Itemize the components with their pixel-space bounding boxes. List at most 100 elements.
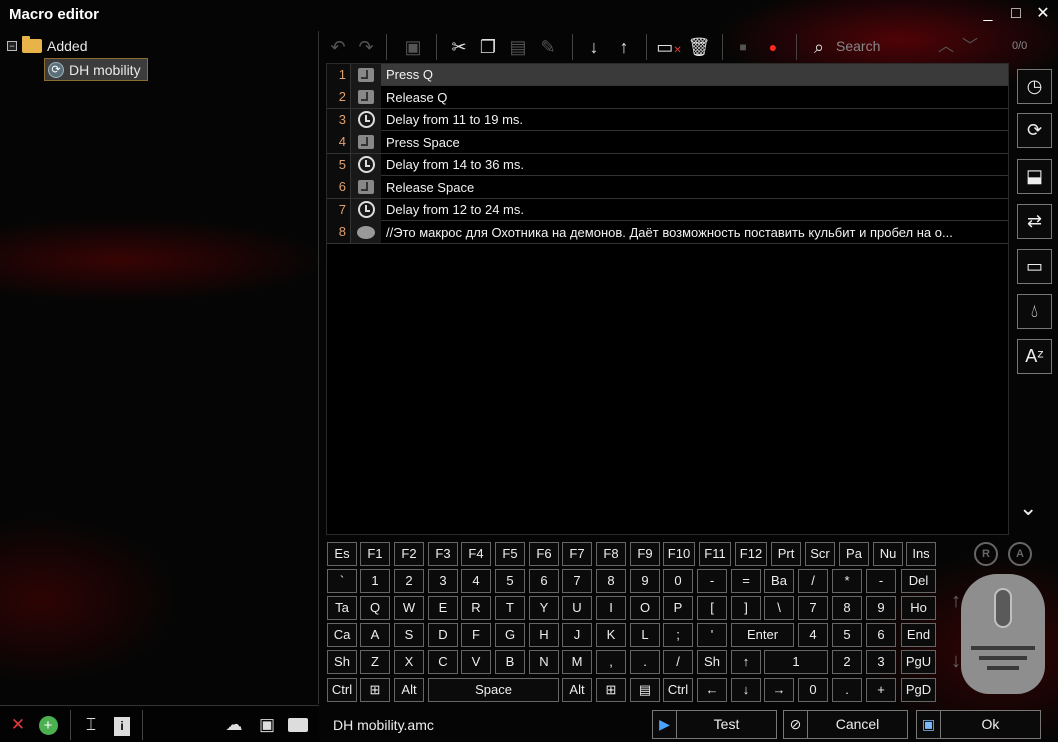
key-end[interactable]: End bbox=[901, 623, 936, 647]
insert-color-button[interactable]: 💧︎ bbox=[1017, 294, 1052, 329]
key-f3[interactable]: F3 bbox=[428, 542, 458, 566]
cut-icon[interactable]: ✂ bbox=[447, 34, 471, 60]
key-x[interactable]: X bbox=[394, 650, 424, 674]
key-numlock[interactable]: Nu bbox=[873, 542, 903, 566]
key-f[interactable]: F bbox=[461, 623, 491, 647]
maximize-button[interactable]: □ bbox=[1006, 4, 1026, 24]
record-icon[interactable]: ● bbox=[762, 34, 784, 60]
key-z[interactable]: Z bbox=[360, 650, 390, 674]
redo-icon[interactable]: ↷ bbox=[354, 34, 378, 60]
rename-icon[interactable]: ⌶ bbox=[80, 714, 102, 736]
key-5[interactable]: 5 bbox=[495, 569, 525, 593]
key-tab[interactable]: Ta bbox=[327, 596, 357, 620]
key-numpad-3[interactable]: 3 bbox=[866, 650, 896, 674]
key-arrow-left[interactable]: ← bbox=[697, 678, 727, 702]
key-numpad-0[interactable]: 0 bbox=[798, 678, 828, 702]
mouse-icon[interactable] bbox=[961, 574, 1045, 694]
copy-icon[interactable]: ❐ bbox=[476, 34, 500, 60]
key-numpad-1[interactable]: 1 bbox=[764, 650, 828, 674]
paste-icon[interactable]: ▤ bbox=[506, 34, 530, 60]
key-left-bracket[interactable]: [ bbox=[697, 596, 727, 620]
add-icon[interactable]: + bbox=[37, 714, 59, 736]
key-enter[interactable]: Enter bbox=[731, 623, 794, 647]
key-backtick[interactable]: ` bbox=[327, 569, 357, 593]
key-home[interactable]: Ho bbox=[901, 596, 936, 620]
key-page-down[interactable]: PgD bbox=[901, 678, 936, 702]
key-c[interactable]: C bbox=[428, 650, 458, 674]
key-3[interactable]: 3 bbox=[428, 569, 458, 593]
mouse-record-r-icon[interactable]: R bbox=[974, 542, 998, 566]
key-esc[interactable]: Es bbox=[327, 542, 357, 566]
key-f11[interactable]: F11 bbox=[699, 542, 731, 566]
stop-record-icon[interactable]: ■ bbox=[732, 34, 754, 60]
key-n[interactable]: N bbox=[529, 650, 559, 674]
key-w[interactable]: W bbox=[394, 596, 424, 620]
scroll-down-icon[interactable]: ↓ bbox=[951, 650, 961, 673]
key-numpad-9[interactable]: 9 bbox=[866, 596, 896, 620]
list-item[interactable]: 5 Delay from 14 to 36 ms. bbox=[327, 153, 1008, 176]
search-icon[interactable]: ⌕ bbox=[806, 34, 832, 60]
key-arrow-up[interactable]: ↑ bbox=[731, 650, 761, 674]
key-q[interactable]: Q bbox=[360, 596, 390, 620]
key-menu[interactable]: ▤ bbox=[630, 678, 660, 702]
key-b[interactable]: B bbox=[495, 650, 525, 674]
info-icon[interactable]: i bbox=[111, 714, 133, 736]
key-0[interactable]: 0 bbox=[663, 569, 693, 593]
key-g[interactable]: G bbox=[495, 623, 525, 647]
key-a[interactable]: A bbox=[360, 623, 390, 647]
list-item[interactable]: 3 Delay from 11 to 19 ms. bbox=[327, 108, 1008, 131]
chevron-down-icon[interactable]: ⌄ bbox=[1019, 495, 1037, 521]
mouse-record-a-icon[interactable]: A bbox=[1008, 542, 1032, 566]
key-t[interactable]: T bbox=[495, 596, 525, 620]
move-down-icon[interactable]: ↓ bbox=[582, 34, 606, 60]
list-item[interactable]: 1 Press Q bbox=[327, 64, 1008, 86]
key-j[interactable]: J bbox=[562, 623, 592, 647]
insert-repeat-button[interactable]: ⇄ bbox=[1017, 204, 1052, 239]
collapse-icon[interactable]: − bbox=[7, 41, 17, 51]
key-f6[interactable]: F6 bbox=[529, 542, 559, 566]
search-next-icon[interactable]: ﹀ bbox=[960, 34, 980, 60]
key-e[interactable]: E bbox=[428, 596, 458, 620]
key-equals[interactable]: = bbox=[731, 569, 761, 593]
list-item[interactable]: 2 Release Q bbox=[327, 86, 1008, 109]
list-item[interactable]: 4 Press Space bbox=[327, 131, 1008, 154]
list-item[interactable]: 8 //Это макрос для Охотника на демонов. … bbox=[327, 221, 1008, 244]
minimize-button[interactable]: _ bbox=[978, 4, 998, 24]
key-y[interactable]: Y bbox=[529, 596, 559, 620]
key-space[interactable]: Space bbox=[428, 678, 559, 702]
insert-delay-button[interactable]: ◷ bbox=[1017, 69, 1052, 104]
remove-delays-icon[interactable]: ▭✕ bbox=[656, 34, 682, 60]
tree-item-dh-mobility[interactable]: ⟳ DH mobility bbox=[44, 58, 148, 81]
key-k[interactable]: K bbox=[596, 623, 626, 647]
key-f7[interactable]: F7 bbox=[562, 542, 592, 566]
key-f8[interactable]: F8 bbox=[596, 542, 626, 566]
key-right-bracket[interactable]: ] bbox=[731, 596, 761, 620]
key-print[interactable]: Prt bbox=[771, 542, 801, 566]
delete-icon[interactable]: ✕ bbox=[7, 714, 29, 736]
key-f4[interactable]: F4 bbox=[461, 542, 491, 566]
key-f9[interactable]: F9 bbox=[630, 542, 660, 566]
key-period[interactable]: . bbox=[630, 650, 660, 674]
key-f2[interactable]: F2 bbox=[394, 542, 424, 566]
key-semicolon[interactable]: ; bbox=[663, 623, 693, 647]
key-arrow-down[interactable]: ↓ bbox=[731, 678, 761, 702]
key-left-ctrl[interactable]: Ctrl bbox=[327, 678, 357, 702]
key-backslash[interactable]: \ bbox=[764, 596, 794, 620]
key-page-up[interactable]: PgU bbox=[901, 650, 936, 674]
key-u[interactable]: U bbox=[562, 596, 592, 620]
key-minus[interactable]: - bbox=[697, 569, 727, 593]
key-numpad-5[interactable]: 5 bbox=[832, 623, 862, 647]
search-input[interactable]: Search bbox=[836, 38, 880, 54]
key-d[interactable]: D bbox=[428, 623, 458, 647]
list-item[interactable]: 6 Release Space bbox=[327, 176, 1008, 199]
key-f12[interactable]: F12 bbox=[735, 542, 767, 566]
key-arrow-right[interactable]: → bbox=[764, 678, 794, 702]
key-r[interactable]: R bbox=[461, 596, 491, 620]
search-prev-icon[interactable]: ︿ bbox=[936, 34, 956, 60]
key-h[interactable]: H bbox=[529, 623, 559, 647]
key-numpad-plus[interactable]: + bbox=[866, 678, 896, 702]
test-button[interactable]: ▶ Test bbox=[652, 710, 777, 739]
move-up-icon[interactable]: ↑ bbox=[612, 34, 636, 60]
list-item[interactable]: 7 Delay from 12 to 24 ms. bbox=[327, 198, 1008, 221]
key-4[interactable]: 4 bbox=[461, 569, 491, 593]
